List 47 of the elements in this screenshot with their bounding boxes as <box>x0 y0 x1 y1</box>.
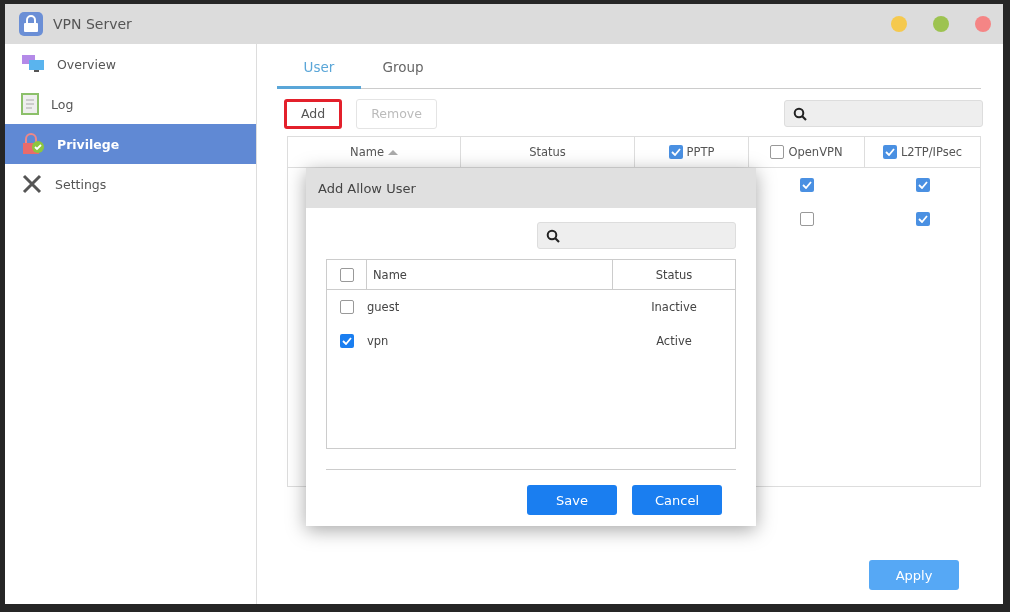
window-control-dot[interactable] <box>975 16 991 32</box>
dialog-title: Add Allow User <box>306 168 756 208</box>
sort-caret-icon <box>387 149 398 155</box>
column-header[interactable]: L2TP/IPsec <box>865 137 980 167</box>
checkbox[interactable] <box>668 145 683 159</box>
column-label: OpenVPN <box>788 145 843 159</box>
sidebar-item[interactable]: Log <box>5 84 256 124</box>
column-label: Name <box>350 145 384 159</box>
checkbox[interactable] <box>915 178 930 192</box>
column-header[interactable]: Status <box>461 137 635 167</box>
column-label: L2TP/IPsec <box>900 145 963 159</box>
window-control-dot[interactable] <box>891 16 907 32</box>
checkbox[interactable] <box>770 145 785 159</box>
checkbox[interactable] <box>882 145 897 159</box>
user-status: Active <box>656 334 692 348</box>
window-title: VPN Server <box>53 16 133 32</box>
document-icon <box>21 93 39 115</box>
lock-check-icon <box>21 133 45 155</box>
user-status: Inactive <box>651 300 697 314</box>
select-all-checkbox[interactable] <box>339 267 354 282</box>
search-icon <box>793 106 807 121</box>
column-header[interactable]: Status <box>613 260 735 289</box>
user-name: guest <box>367 300 401 314</box>
tab[interactable]: Group <box>361 48 445 89</box>
checkbox[interactable] <box>340 300 354 314</box>
checkbox[interactable] <box>800 212 814 226</box>
checkbox[interactable] <box>915 212 930 226</box>
column-header[interactable]: Name <box>288 137 461 167</box>
window-control-dot[interactable] <box>933 16 949 32</box>
lock-icon <box>19 12 43 36</box>
column-header[interactable]: PPTP <box>635 137 749 167</box>
checkbox[interactable] <box>340 334 354 348</box>
column-label: Status <box>529 145 566 159</box>
search-icon <box>546 228 560 243</box>
dialog-button[interactable]: Cancel <box>632 485 722 515</box>
sidebar-item[interactable]: Overview <box>5 44 256 84</box>
column-label: PPTP <box>686 145 715 159</box>
search-field[interactable] <box>784 100 983 127</box>
search-field[interactable] <box>537 222 736 249</box>
column-header[interactable]: OpenVPN <box>749 137 865 167</box>
checkbox[interactable] <box>800 178 814 192</box>
toolbar-button[interactable]: Add <box>284 98 343 129</box>
sidebar-item[interactable]: Settings <box>5 164 256 204</box>
column-header[interactable]: Name <box>367 260 613 289</box>
user-name: vpn <box>367 334 390 348</box>
monitors-icon <box>21 54 45 74</box>
dialog-button[interactable]: Save <box>527 485 617 515</box>
